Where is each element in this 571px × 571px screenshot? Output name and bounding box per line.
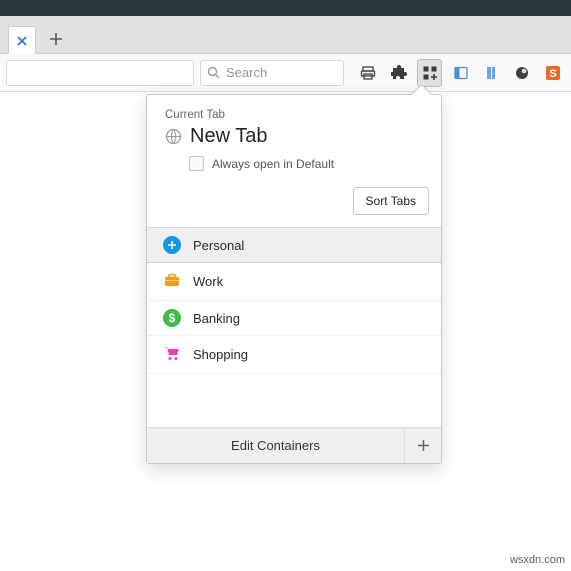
sidebar-icon [453,65,469,81]
dollar-icon: $ [163,309,181,327]
attribution-text: wsxdn.com [510,554,565,566]
always-open-label: Always open in Default [212,157,334,171]
toolbar: Search S [0,54,571,92]
container-item-banking[interactable]: $ Banking [147,301,441,336]
s-badge-icon: S [545,65,561,81]
container-item-shopping[interactable]: Shopping [147,336,441,374]
containers-icon [422,65,438,81]
extension-s-button[interactable]: S [540,59,565,87]
library-button[interactable] [479,59,504,87]
window-titlebar [0,0,571,16]
container-item-personal[interactable]: Personal [147,228,441,263]
plus-icon [417,439,430,452]
container-label: Personal [193,238,244,253]
url-input[interactable] [6,60,194,86]
tab-name-text: New Tab [190,125,267,148]
search-input[interactable]: Search [200,60,344,86]
container-label: Work [193,274,223,289]
globe-dark-icon [514,65,530,81]
container-label: Banking [193,311,240,326]
container-label: Shopping [193,347,248,362]
panel-footer: Edit Containers [147,427,441,463]
personal-icon [163,236,181,254]
plus-icon [49,32,63,46]
container-item-work[interactable]: Work [147,263,441,301]
extensions-button[interactable] [387,59,412,87]
briefcase-icon [163,271,181,292]
always-open-row[interactable]: Always open in Default [189,156,423,171]
containers-button[interactable] [417,59,442,87]
library-icon [484,65,499,81]
current-tab-row: New Tab [165,125,423,148]
current-tab-label: Current Tab [165,109,423,121]
active-tab-close[interactable] [8,26,36,54]
containers-panel: Current Tab New Tab Always open in Defau… [146,94,442,464]
cart-icon [163,344,181,365]
account-button[interactable] [510,59,535,87]
tab-strip [0,16,571,54]
search-placeholder: Search [226,65,267,80]
print-button[interactable] [356,59,381,87]
globe-icon [165,128,182,145]
print-icon [360,65,376,81]
sort-tabs-button[interactable]: Sort Tabs [353,187,429,215]
containers-list: Personal Work $ Banking Shopping [147,227,441,427]
close-icon [16,35,28,47]
edit-containers-button[interactable]: Edit Containers [147,428,405,463]
new-tab-button[interactable] [40,25,72,53]
add-container-button[interactable] [405,428,441,463]
search-icon [207,66,220,79]
sidebar-button[interactable] [448,59,473,87]
always-open-checkbox[interactable] [189,156,204,171]
puzzle-icon [391,65,407,81]
svg-text:S: S [549,68,556,80]
